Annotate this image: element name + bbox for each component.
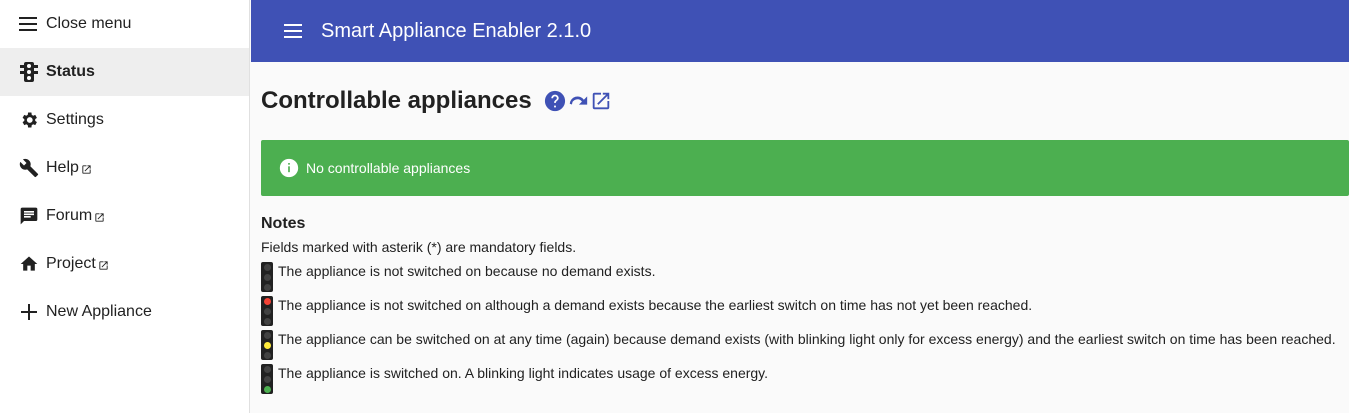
- status-legend: The appliance is not switched on because…: [261, 262, 1349, 398]
- hamburger-icon: [18, 13, 40, 35]
- info-message: No controllable appliances: [261, 140, 1349, 196]
- legend-item: The appliance is not switched on because…: [261, 262, 1349, 296]
- legend-text: The appliance can be switched on at any …: [278, 331, 1336, 347]
- legend-text: The appliance is not switched on althoug…: [278, 297, 1033, 313]
- mandatory-note: Fields marked with asterik (*) are manda…: [261, 239, 577, 255]
- sidebar: Close menu Status Settings Help Forum Pr…: [0, 0, 250, 413]
- help-icon[interactable]: [544, 90, 566, 112]
- sidebar-item-help[interactable]: Help: [0, 144, 249, 192]
- sidebar-item-label: Help: [46, 159, 79, 176]
- gear-icon: [18, 109, 40, 131]
- legend-item: The appliance is switched on. A blinking…: [261, 364, 1349, 398]
- info-message-text: No controllable appliances: [306, 160, 471, 176]
- sidebar-item-forum[interactable]: Forum: [0, 192, 249, 240]
- traffic-light-red-icon: [261, 296, 273, 326]
- page-title: Controllable appliances: [261, 87, 532, 114]
- sidebar-item-label: Project: [46, 255, 96, 272]
- close-menu-label: Close menu: [46, 15, 132, 32]
- redo-icon[interactable]: [567, 90, 589, 112]
- legend-item: The appliance can be switched on at any …: [261, 330, 1349, 364]
- wrench-icon: [18, 157, 40, 179]
- plus-icon: [18, 301, 40, 323]
- home-icon: [18, 253, 40, 275]
- sidebar-item-label: New Appliance: [46, 303, 152, 320]
- external-link-icon[interactable]: [590, 90, 612, 112]
- legend-text: The appliance is switched on. A blinking…: [278, 365, 769, 381]
- sidebar-item-status[interactable]: Status: [0, 48, 249, 96]
- notes-heading: Notes: [261, 215, 306, 232]
- external-link-icon: [95, 212, 104, 222]
- hamburger-icon: [284, 24, 302, 38]
- external-link-icon: [82, 164, 91, 174]
- forum-icon: [18, 205, 40, 227]
- sidebar-item-new-appliance[interactable]: New Appliance: [0, 288, 249, 336]
- sidebar-item-settings[interactable]: Settings: [0, 96, 249, 144]
- traffic-light-green-icon: [261, 364, 273, 394]
- legend-item: The appliance is not switched on althoug…: [261, 296, 1349, 330]
- info-icon: [279, 158, 299, 178]
- external-link-icon: [99, 260, 108, 270]
- app-title: Smart Appliance Enabler 2.1.0: [321, 19, 592, 42]
- close-menu-item[interactable]: Close menu: [0, 0, 249, 48]
- main-content: Controllable appliances No controllable …: [261, 62, 1349, 398]
- sidebar-item-project[interactable]: Project: [0, 240, 249, 288]
- sidebar-item-label: Settings: [46, 111, 104, 128]
- sidebar-item-label: Status: [46, 63, 95, 80]
- traffic-light-icon: [18, 61, 40, 83]
- app-toolbar: Smart Appliance Enabler 2.1.0: [251, 0, 1349, 62]
- sidebar-item-label: Forum: [46, 207, 93, 224]
- menu-toggle-button[interactable]: [281, 19, 305, 43]
- legend-text: The appliance is not switched on because…: [278, 263, 656, 279]
- traffic-light-yellow-icon: [261, 330, 273, 360]
- traffic-light-off-icon: [261, 262, 273, 292]
